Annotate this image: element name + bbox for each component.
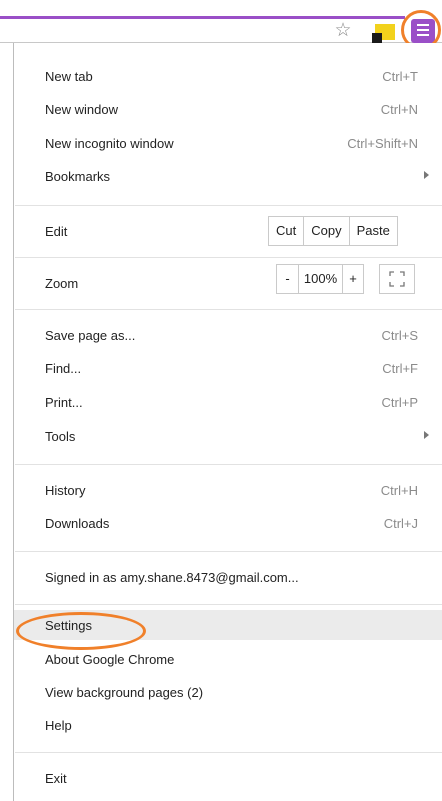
menu-item-view-background-pages[interactable]: View background pages (2)	[14, 677, 442, 707]
cut-button[interactable]: Cut	[268, 216, 304, 246]
menu-item-label: View background pages (2)	[45, 685, 204, 700]
chrome-menu-button[interactable]	[411, 19, 435, 43]
theme-accent-line	[0, 16, 405, 19]
menu-item-downloads[interactable]: Downloads Ctrl+J	[14, 508, 442, 538]
menu-item-label: New tab	[45, 69, 93, 84]
menu-item-shortcut: Ctrl+Shift+N	[347, 136, 418, 151]
menu-item-label: New window	[45, 102, 118, 117]
menu-item-label: Save page as...	[45, 328, 136, 343]
menu-item-label: Help	[45, 718, 72, 733]
menu-item-label: Edit	[45, 224, 68, 239]
menu-item-label: Exit	[45, 771, 67, 786]
browser-toolbar: ☆	[0, 0, 442, 50]
menu-separator	[15, 464, 442, 465]
menu-separator	[15, 309, 442, 310]
menu-item-signed-in[interactable]: Signed in as amy.shane.8473@gmail.com...	[14, 562, 442, 592]
menu-item-shortcut: Ctrl+P	[381, 395, 418, 410]
copy-button[interactable]: Copy	[303, 216, 349, 246]
menu-bar-icon	[417, 24, 429, 26]
menu-item-label: Tools	[45, 429, 76, 444]
menu-item-label: Bookmarks	[45, 169, 111, 184]
menu-item-help[interactable]: Help	[14, 710, 442, 740]
submenu-arrow-icon	[424, 171, 429, 179]
menu-item-shortcut: Ctrl+T	[382, 69, 418, 84]
menu-item-new-tab[interactable]: New tab Ctrl+T	[14, 61, 442, 91]
menu-item-new-incognito-window[interactable]: New incognito window Ctrl+Shift+N	[14, 128, 442, 158]
menu-item-label: Signed in as amy.shane.8473@gmail.com...	[45, 570, 299, 585]
menu-item-shortcut: Ctrl+N	[380, 102, 418, 117]
menu-item-print[interactable]: Print... Ctrl+P	[14, 387, 442, 417]
menu-item-label: History	[45, 483, 86, 498]
edit-button-group: Cut Copy Paste	[268, 216, 398, 246]
menu-item-label: About Google Chrome	[45, 652, 175, 667]
submenu-arrow-icon	[424, 431, 429, 439]
menu-item-save-page-as[interactable]: Save page as... Ctrl+S	[14, 320, 442, 350]
menu-separator	[15, 205, 442, 206]
menu-item-shortcut: Ctrl+J	[383, 516, 418, 531]
menu-item-new-window[interactable]: New window Ctrl+N	[14, 94, 442, 124]
menu-separator	[15, 752, 442, 753]
fullscreen-icon	[389, 271, 405, 287]
menu-item-shortcut: Ctrl+S	[381, 328, 418, 343]
menu-separator	[15, 257, 442, 258]
menu-separator	[15, 604, 442, 605]
menu-item-exit[interactable]: Exit	[14, 763, 442, 793]
menu-item-history[interactable]: History Ctrl+H	[14, 475, 442, 505]
menu-item-about-google-chrome[interactable]: About Google Chrome	[14, 644, 442, 674]
menu-item-label: Settings	[45, 618, 92, 633]
menu-item-zoom: Zoom	[14, 268, 442, 298]
zoom-level-display: 100%	[298, 264, 342, 294]
menu-item-settings[interactable]: Settings	[14, 610, 442, 640]
zoom-out-button[interactable]: -	[276, 264, 298, 294]
menu-item-shortcut: Ctrl+F	[382, 361, 418, 376]
bookmark-star-icon[interactable]: ☆	[333, 21, 353, 41]
paste-button[interactable]: Paste	[348, 216, 398, 246]
fullscreen-button[interactable]	[379, 264, 415, 294]
menu-item-find[interactable]: Find... Ctrl+F	[14, 353, 442, 383]
menu-item-bookmarks[interactable]: Bookmarks	[14, 161, 442, 191]
menu-item-tools[interactable]: Tools	[14, 421, 442, 451]
menu-bar-icon	[417, 29, 429, 31]
zoom-controls: - 100% +	[276, 264, 364, 294]
menu-item-label: Zoom	[45, 276, 79, 291]
menu-item-label: Print...	[45, 395, 83, 410]
menu-bar-icon	[417, 34, 429, 36]
menu-item-shortcut: Ctrl+H	[380, 483, 418, 498]
menu-item-label: New incognito window	[45, 136, 174, 151]
extension-icon[interactable]	[372, 24, 396, 44]
chrome-dropdown-menu: New tab Ctrl+T New window Ctrl+N New inc…	[13, 43, 442, 801]
menu-separator	[15, 551, 442, 552]
zoom-in-button[interactable]: +	[342, 264, 364, 294]
menu-item-label: Downloads	[45, 516, 110, 531]
menu-item-label: Find...	[45, 361, 82, 376]
